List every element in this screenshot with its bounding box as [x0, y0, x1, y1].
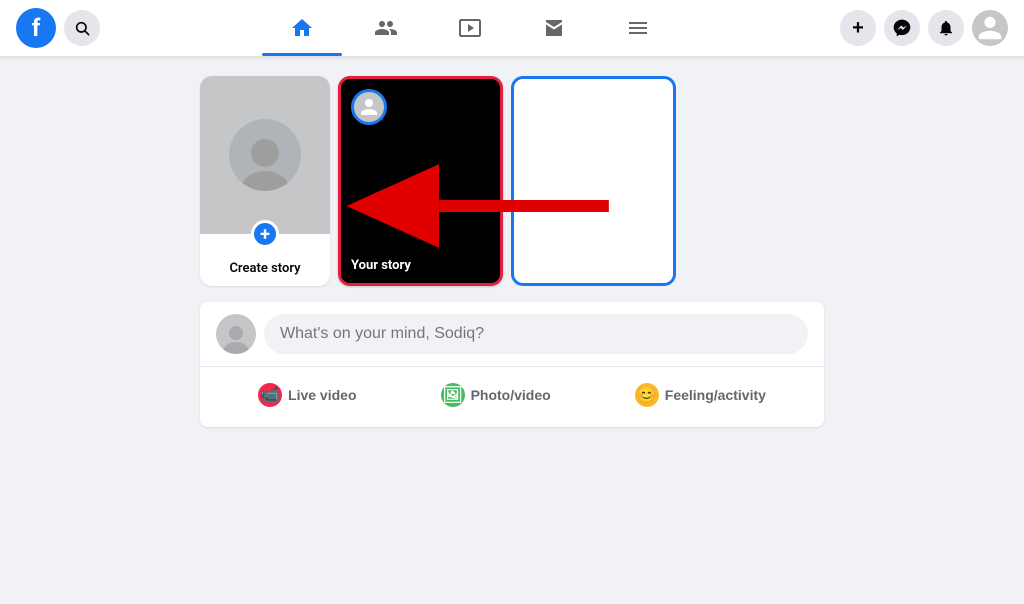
- live-video-label: Live video: [288, 387, 356, 403]
- post-divider: [200, 366, 824, 367]
- nav-item-watch[interactable]: [430, 4, 510, 52]
- account-avatar[interactable]: [972, 10, 1008, 46]
- watch-icon: [458, 16, 482, 40]
- search-icon: [74, 20, 90, 36]
- post-actions: 📹 Live video 🖼 Photo/video 😊 Feeling/act…: [216, 375, 808, 415]
- your-story-label: Your story: [341, 258, 500, 283]
- facebook-logo[interactable]: f: [16, 8, 56, 48]
- post-avatar: [216, 314, 256, 354]
- navbar-right: +: [840, 10, 1008, 46]
- photo-video-button[interactable]: 🖼 Photo/video: [425, 375, 567, 415]
- notifications-button[interactable]: [928, 10, 964, 46]
- your-story-avatar: [351, 89, 387, 125]
- nav-item-home[interactable]: [262, 4, 342, 52]
- live-video-icon: 📹: [258, 383, 282, 407]
- nav-item-friends[interactable]: [346, 4, 426, 52]
- stories-container: + Create story Your story: [200, 76, 824, 286]
- nav-item-marketplace[interactable]: [514, 4, 594, 52]
- friends-icon: [374, 16, 398, 40]
- post-box-top: [216, 314, 808, 354]
- photo-video-label: Photo/video: [471, 387, 551, 403]
- navbar-center: [100, 4, 840, 52]
- story-avatar-icon: [357, 95, 381, 119]
- create-story-label: Create story: [229, 261, 300, 276]
- person-silhouette-icon: [235, 131, 295, 191]
- create-story-avatar: [229, 119, 301, 191]
- feeling-activity-button[interactable]: 😊 Feeling/activity: [619, 375, 782, 415]
- your-story-card[interactable]: Your story: [338, 76, 503, 286]
- nav-item-menu[interactable]: [598, 4, 678, 52]
- feeling-activity-icon: 😊: [635, 383, 659, 407]
- post-avatar-icon: [220, 322, 252, 354]
- messenger-button[interactable]: [884, 10, 920, 46]
- stories-row: + Create story Your story: [200, 76, 824, 286]
- third-story-card[interactable]: [511, 76, 676, 286]
- home-icon: [290, 16, 314, 40]
- create-story-card[interactable]: + Create story: [200, 76, 330, 286]
- navbar-left: f: [16, 8, 100, 48]
- marketplace-icon: [542, 16, 566, 40]
- menu-icon: [626, 16, 650, 40]
- account-icon: [976, 14, 1004, 42]
- navbar: f: [0, 0, 1024, 56]
- live-video-button[interactable]: 📹 Live video: [242, 375, 372, 415]
- plus-badge: +: [251, 220, 279, 248]
- create-button[interactable]: +: [840, 10, 876, 46]
- photo-video-icon: 🖼: [441, 383, 465, 407]
- post-input[interactable]: [264, 314, 808, 354]
- feeling-activity-label: Feeling/activity: [665, 387, 766, 403]
- create-story-top: +: [200, 76, 330, 234]
- post-box: 📹 Live video 🖼 Photo/video 😊 Feeling/act…: [200, 302, 824, 427]
- main-content: + Create story Your story: [0, 56, 1024, 447]
- messenger-icon: [892, 18, 912, 38]
- search-button[interactable]: [64, 10, 100, 46]
- bell-icon: [937, 19, 955, 37]
